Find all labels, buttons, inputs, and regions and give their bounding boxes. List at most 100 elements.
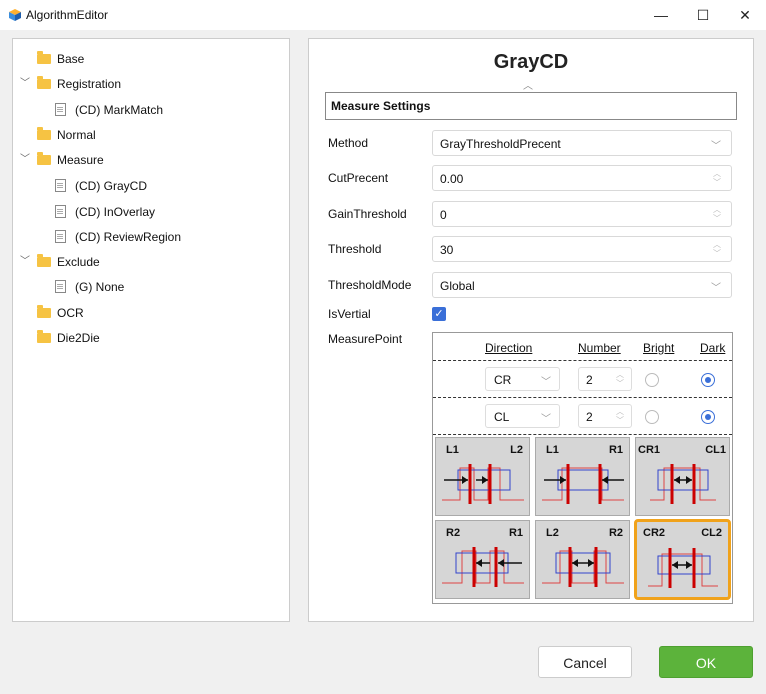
tile-left-label: L1	[446, 444, 459, 456]
number-value: 2	[586, 373, 593, 387]
document-icon	[55, 230, 66, 244]
cutprecent-label: CutPrecent	[328, 171, 389, 185]
title-bar: AlgorithmEditor — ☐ ✕	[0, 0, 766, 30]
thresholdmode-dropdown[interactable]: Global ﹀	[432, 272, 732, 298]
tree-label: OCR	[57, 306, 84, 320]
spinner-icon[interactable]: ︿ ﹀	[616, 370, 624, 388]
close-button[interactable]: ✕	[728, 3, 762, 27]
tile-left-label: CR2	[643, 527, 666, 539]
folder-icon	[37, 151, 51, 165]
measure-tile-r2-r1[interactable]: R2 R1	[435, 520, 530, 599]
document-icon	[55, 205, 66, 219]
chevron-down-icon[interactable]: ﹀	[18, 74, 32, 94]
direction-value: CR	[494, 373, 512, 387]
tree-item-markmatch[interactable]: (CD) MarkMatch	[55, 100, 163, 120]
number-value: 2	[586, 410, 593, 424]
tree-label: (CD) InOverlay	[75, 205, 156, 219]
spinner-icon[interactable]: ︿ ﹀	[713, 205, 721, 223]
tree-folder-base[interactable]: Base	[37, 49, 84, 69]
header-dark: Dark	[700, 341, 726, 355]
tile-left-label: L2	[546, 527, 559, 539]
method-dropdown[interactable]: GrayThresholdPrecent ﹀	[432, 130, 732, 156]
gainthreshold-value: 0	[440, 208, 447, 222]
edge-diagram-icon	[648, 548, 718, 588]
tree-folder-exclude[interactable]: ﹀ Exclude	[20, 252, 100, 272]
measure-tile-cr1-cl1[interactable]: CR1 CL1	[635, 437, 730, 516]
settings-panel: GrayCD ︿ Measure Settings Method GrayThr…	[308, 38, 754, 622]
threshold-input[interactable]: 30 ︿ ﹀	[432, 236, 732, 262]
bright-radio[interactable]	[645, 410, 659, 424]
tile-right-label: CL1	[705, 444, 726, 456]
measure-tile-cr2-cl2[interactable]: CR2 CL2	[634, 519, 731, 600]
measure-tile-l1-l2[interactable]: L1 L2	[435, 437, 530, 516]
tree-item-inoverlay[interactable]: (CD) InOverlay	[55, 202, 155, 222]
window-title: AlgorithmEditor	[26, 8, 109, 22]
thresholdmode-label: ThresholdMode	[328, 278, 412, 292]
folder-icon	[37, 75, 51, 89]
tree-label: Normal	[57, 128, 96, 142]
gainthreshold-input[interactable]: 0 ︿ ﹀	[432, 201, 732, 227]
tree-label: Registration	[57, 77, 122, 91]
tree-folder-ocr[interactable]: OCR	[37, 303, 84, 323]
tile-left-label: R2	[446, 527, 461, 539]
tree-label: Measure	[57, 153, 104, 167]
number-input[interactable]: 2 ︿ ﹀	[578, 404, 632, 428]
chevron-down-icon[interactable]: ﹀	[18, 252, 32, 272]
measure-tile-l1-r1[interactable]: L1 R1	[535, 437, 630, 516]
tree-folder-normal[interactable]: Normal	[37, 125, 96, 145]
edge-diagram-icon	[542, 547, 624, 587]
tile-left-label: L1	[546, 444, 559, 456]
dark-radio[interactable]	[701, 410, 715, 424]
spinner-icon[interactable]: ︿ ﹀	[713, 240, 721, 258]
header-direction: Direction	[485, 341, 533, 355]
direction-dropdown[interactable]: CL ﹀	[485, 404, 560, 428]
ok-button[interactable]: OK	[659, 646, 753, 678]
spinner-icon[interactable]: ︿ ﹀	[713, 169, 721, 187]
row-divider	[433, 360, 732, 361]
row-divider	[433, 397, 732, 398]
edge-diagram-icon	[542, 464, 624, 504]
tree-label: (G) None	[75, 280, 125, 294]
number-input[interactable]: 2 ︿ ﹀	[578, 367, 632, 391]
folder-icon	[37, 304, 51, 318]
row-divider	[433, 434, 732, 435]
spinner-icon[interactable]: ︿ ﹀	[616, 407, 624, 425]
measure-tile-l2-r2[interactable]: L2 R2	[535, 520, 630, 599]
tree-folder-measure[interactable]: ﹀ Measure	[20, 150, 104, 170]
bright-radio[interactable]	[645, 373, 659, 387]
tree-folder-die2die[interactable]: Die2Die	[37, 328, 100, 348]
folder-icon	[37, 50, 51, 64]
chevron-down-icon: ﹀	[711, 141, 721, 152]
folder-icon	[37, 253, 51, 267]
header-bright: Bright	[643, 341, 675, 355]
cutprecent-value: 0.00	[440, 172, 464, 186]
collapse-caret-icon[interactable]: ︿	[523, 77, 533, 92]
tree-item-none[interactable]: (G) None	[55, 277, 124, 297]
tree-label: Base	[57, 52, 85, 66]
maximize-button[interactable]: ☐	[686, 3, 720, 27]
dark-radio[interactable]	[701, 373, 715, 387]
page-title: GrayCD	[493, 51, 569, 73]
folder-icon	[37, 126, 51, 140]
app-cube-icon	[9, 9, 21, 21]
minimize-button[interactable]: —	[644, 3, 678, 27]
section-title: Measure Settings	[331, 99, 431, 113]
document-icon	[55, 103, 66, 117]
tree-folder-registration[interactable]: ﹀ Registration	[20, 74, 122, 94]
tree-item-reviewregion[interactable]: (CD) ReviewRegion	[55, 227, 181, 247]
tree-label: (CD) ReviewRegion	[75, 230, 182, 244]
tree-item-graycd[interactable]: (CD) GrayCD	[55, 176, 147, 196]
tile-right-label: R1	[508, 527, 523, 539]
direction-dropdown[interactable]: CR ﹀	[485, 367, 560, 391]
tile-left-label: CR1	[638, 444, 661, 456]
cutprecent-input[interactable]: 0.00 ︿ ﹀	[432, 165, 732, 191]
tile-right-label: CL2	[701, 527, 722, 539]
measurepoint-label: MeasurePoint	[328, 332, 403, 346]
chevron-down-icon[interactable]: ﹀	[18, 150, 32, 170]
cancel-button[interactable]: Cancel	[538, 646, 632, 678]
algorithm-tree: Base ﹀ Registration (CD) MarkMatch Norma…	[12, 38, 290, 622]
chevron-down-icon: ﹀	[541, 377, 551, 388]
isvertial-checkbox[interactable]: ✓	[432, 307, 446, 321]
measure-point-table: Direction Number Bright Dark CR ﹀ 2 ︿ ﹀ C…	[432, 332, 733, 604]
section-header: Measure Settings	[325, 92, 737, 120]
